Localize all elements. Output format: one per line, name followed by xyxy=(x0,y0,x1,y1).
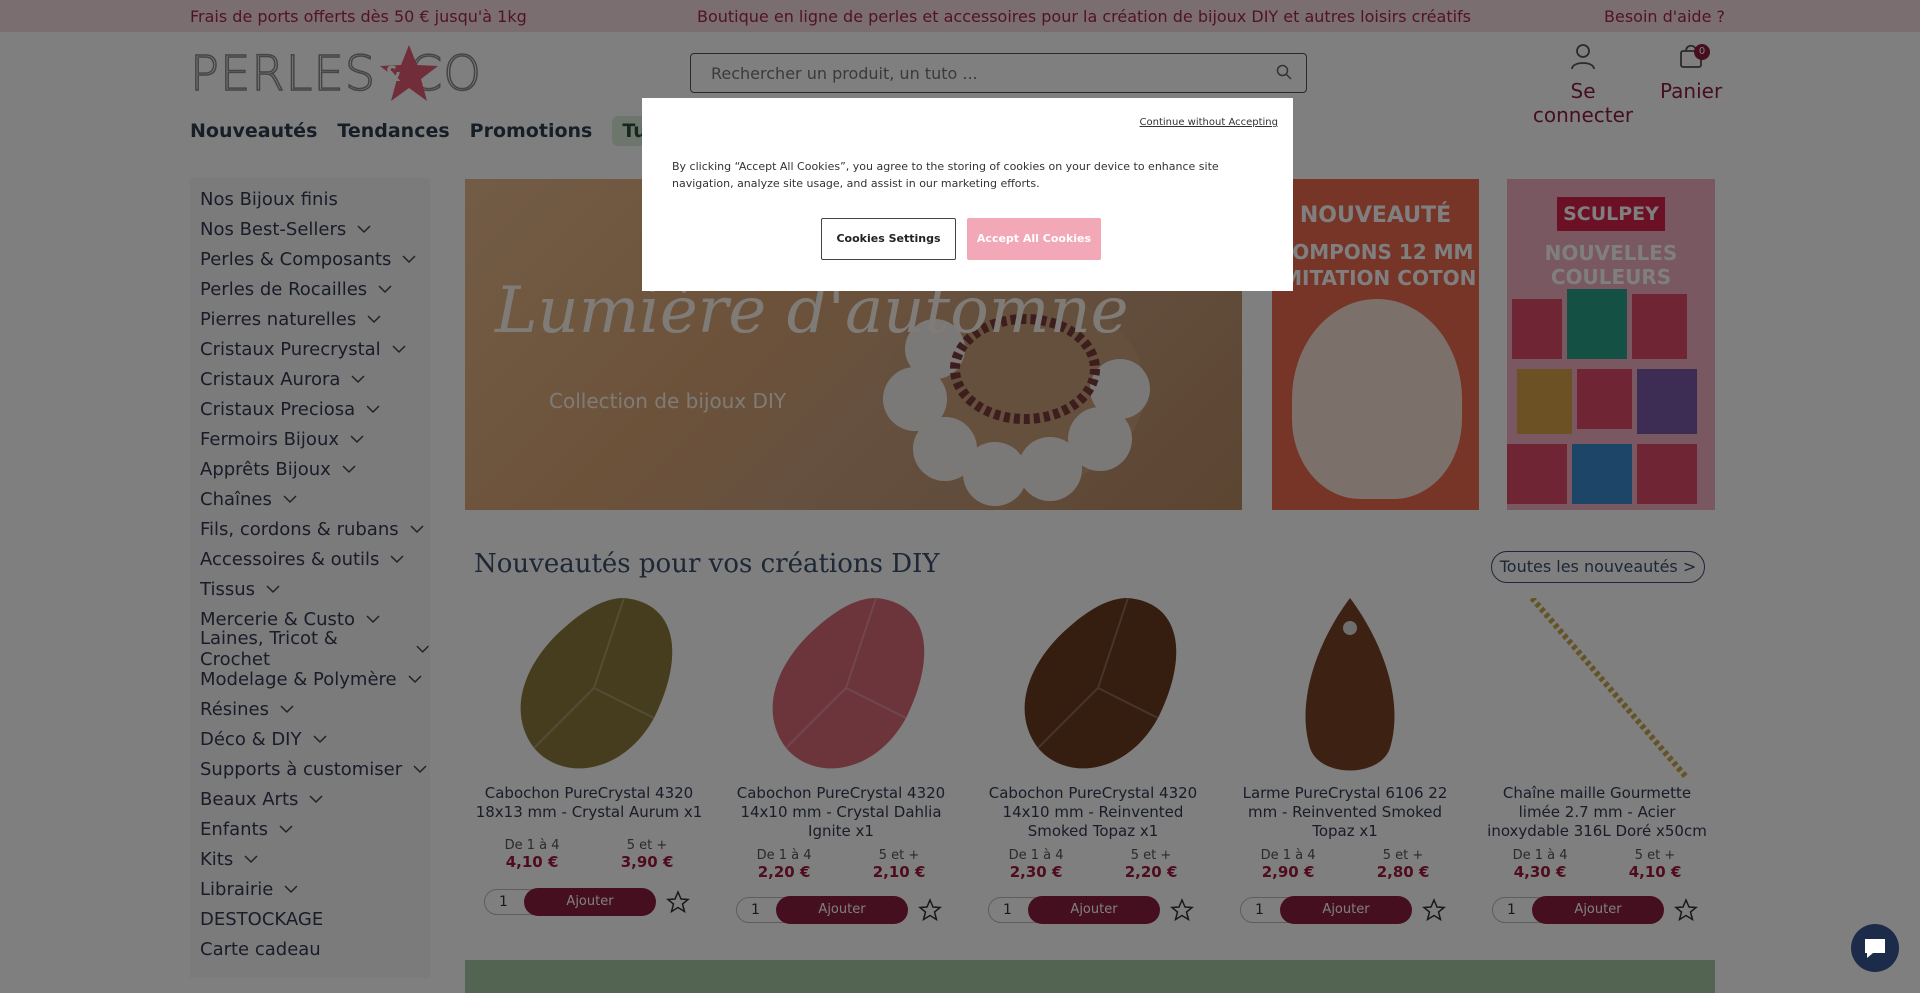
chat-button[interactable] xyxy=(1851,924,1899,972)
cookie-settings-button[interactable]: Cookies Settings xyxy=(821,218,956,260)
cookie-message: By clicking “Accept All Cookies”, you ag… xyxy=(672,160,1219,190)
accept-cookies-button[interactable]: Accept All Cookies xyxy=(967,218,1101,260)
cookie-consent-dialog: Continue without Accepting By clicking “… xyxy=(642,98,1293,291)
continue-without-accepting-link[interactable]: Continue without Accepting xyxy=(1140,117,1278,128)
chat-icon xyxy=(1865,939,1885,958)
